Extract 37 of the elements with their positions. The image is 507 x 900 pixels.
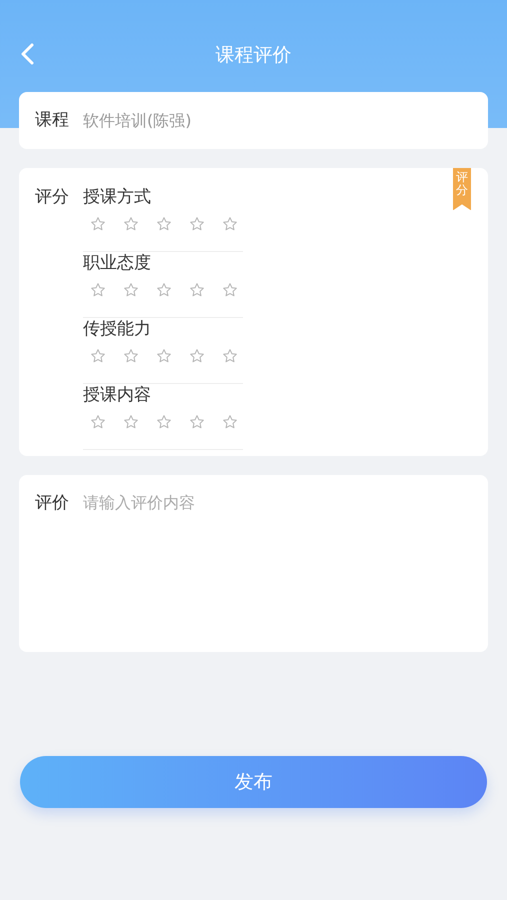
star-icon[interactable] <box>156 414 172 430</box>
star-rating[interactable] <box>90 414 238 430</box>
star-icon[interactable] <box>156 216 172 232</box>
star-icon[interactable] <box>222 216 238 232</box>
back-icon <box>20 43 34 65</box>
course-label: 课程 <box>35 108 69 132</box>
criterion-label: 授课方式 <box>83 186 151 208</box>
star-rating[interactable] <box>90 216 238 232</box>
star-icon[interactable] <box>156 282 172 298</box>
star-icon[interactable] <box>90 414 106 430</box>
criterion-label: 授课内容 <box>83 384 151 406</box>
page-title: 课程评价 <box>216 42 292 68</box>
star-icon[interactable] <box>222 414 238 430</box>
star-rating[interactable] <box>90 282 238 298</box>
star-icon[interactable] <box>123 216 139 232</box>
star-icon[interactable] <box>222 348 238 364</box>
star-icon[interactable] <box>123 414 139 430</box>
review-input-field[interactable]: 请输入评价内容 <box>83 492 472 632</box>
review-field[interactable]: 评价 请输入评价内容 <box>19 475 488 652</box>
star-icon[interactable] <box>189 282 205 298</box>
star-icon[interactable] <box>189 348 205 364</box>
star-icon[interactable] <box>90 216 106 232</box>
course-value: 软件培训(陈强) <box>83 110 192 132</box>
review-label: 评价 <box>35 492 69 515</box>
star-icon[interactable] <box>90 348 106 364</box>
star-icon[interactable] <box>189 216 205 232</box>
star-icon[interactable] <box>123 282 139 298</box>
star-icon[interactable] <box>90 282 106 298</box>
rating-label: 评分 <box>35 186 69 209</box>
star-icon[interactable] <box>222 282 238 298</box>
star-rating[interactable] <box>90 348 238 364</box>
star-icon[interactable] <box>156 348 172 364</box>
criterion-label: 职业态度 <box>83 252 151 274</box>
star-icon[interactable] <box>123 348 139 364</box>
criterion-label: 传授能力 <box>83 318 151 340</box>
rating-ribbon: 评分 <box>453 168 471 210</box>
star-icon[interactable] <box>189 414 205 430</box>
